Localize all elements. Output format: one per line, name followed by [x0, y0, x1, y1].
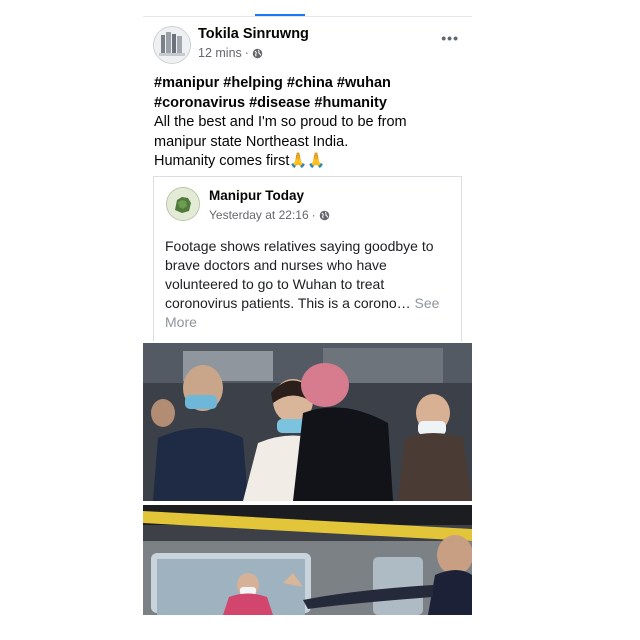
meta-separator: ·: [244, 46, 249, 60]
shared-post-text: Footage shows relatives saying goodbye t…: [165, 237, 455, 332]
shared-post-card[interactable]: Manipur Today Yesterday at 22:16 · Foota…: [153, 176, 462, 341]
body-line-1: All the best and I'm so proud to be from: [154, 114, 407, 130]
hashtags-line-2[interactable]: #coronavirus #disease #humanity: [154, 94, 464, 114]
shared-author-avatar[interactable]: [166, 187, 200, 221]
post-body: #manipur #helping #china #wuhan #coronav…: [154, 74, 464, 172]
globe-icon[interactable]: [252, 48, 263, 59]
shared-text-body: Footage shows relatives saying goodbye t…: [165, 238, 434, 311]
body-line-3: Humanity comes first🙏🙏: [154, 153, 326, 169]
post-card: Tokila Sinruwng 12 mins · ••• #manipur #…: [143, 14, 472, 626]
divider: [143, 16, 472, 17]
post-time[interactable]: 12 mins: [198, 46, 242, 60]
post-meta: 12 mins ·: [198, 46, 263, 60]
shared-author-name[interactable]: Manipur Today: [209, 188, 304, 203]
shared-meta-separator: ·: [311, 208, 316, 222]
shared-time[interactable]: Yesterday at 22:16: [209, 208, 309, 222]
hashtags-line-1[interactable]: #manipur #helping #china #wuhan: [154, 74, 464, 94]
post-header: Tokila Sinruwng 12 mins · •••: [153, 26, 463, 66]
shared-meta: Yesterday at 22:16 ·: [209, 208, 330, 222]
body-line-2: manipur state Northeast India.: [154, 133, 349, 150]
author-avatar[interactable]: [153, 26, 191, 64]
more-options-icon[interactable]: •••: [441, 30, 459, 46]
post-photo-hug[interactable]: [143, 343, 472, 501]
post-photo-train[interactable]: [143, 505, 472, 615]
globe-icon[interactable]: [319, 210, 330, 221]
post-author-name[interactable]: Tokila Sinruwng: [198, 26, 309, 42]
